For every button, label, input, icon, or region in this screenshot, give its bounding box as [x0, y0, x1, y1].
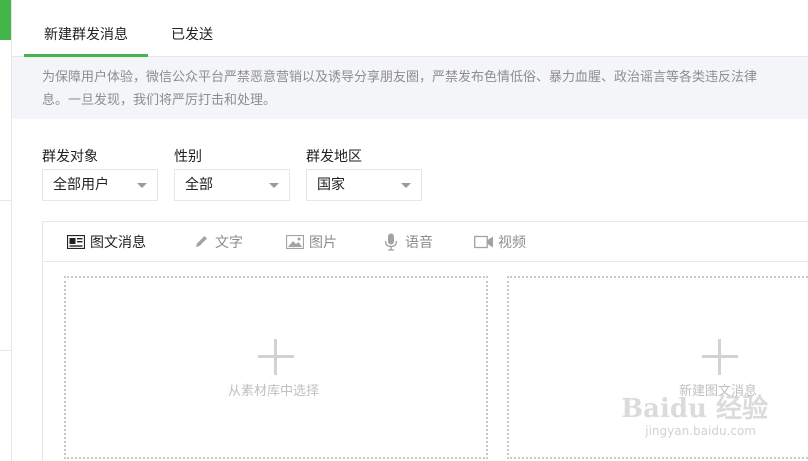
video-camera-icon [474, 232, 494, 252]
plus-icon-stem [718, 339, 721, 375]
audience-label: 群发对象 [42, 149, 98, 165]
tab-voice-label: 语音 [405, 235, 433, 251]
sidebar-active-indicator [0, 0, 11, 40]
plus-icon-stem [274, 339, 277, 375]
message-type-tabs: 图文消息 文字 图片 语音 视频 [43, 222, 808, 262]
tab-sent[interactable]: 已发送 [157, 0, 227, 57]
tab-text[interactable]: 文字 [191, 222, 243, 262]
tab-article-message[interactable]: 图文消息 [66, 222, 146, 262]
gender-select[interactable]: 全部 [174, 169, 290, 201]
mass-message-tabs: 新建群发消息 已发送 [12, 0, 808, 57]
baidu-watermark: Baidu 经验 [621, 394, 768, 424]
region-select-value: 国家 [317, 177, 345, 193]
tab-article-label: 图文消息 [90, 235, 146, 251]
chevron-down-icon [401, 183, 411, 188]
region-label: 群发地区 [306, 149, 362, 165]
policy-notice-line-1: 为保障用户体验，微信公众平台严禁恶意营销以及诱导分享朋友圈，严禁发布色情低俗、暴… [42, 70, 758, 85]
sidebar-divider [0, 350, 11, 351]
policy-notice-line-2: 息。一旦发现，我们将严厉打击和处理。 [42, 93, 277, 108]
audience-select[interactable]: 全部用户 [42, 169, 158, 201]
select-from-library-dropzone[interactable]: 从素材库中选择 [64, 276, 488, 459]
main-panel: 新建群发消息 已发送 为保障用户体验，微信公众平台严禁恶意营销以及诱导分享朋友圈… [12, 0, 808, 461]
tab-image-label: 图片 [309, 235, 337, 251]
policy-notice: 为保障用户体验，微信公众平台严禁恶意营销以及诱导分享朋友圈，严禁发布色情低俗、暴… [12, 57, 808, 119]
chevron-down-icon [137, 183, 147, 188]
article-icon [66, 232, 86, 252]
chevron-down-icon [269, 183, 279, 188]
region-select[interactable]: 国家 [306, 169, 422, 201]
tab-new-mass-message[interactable]: 新建群发消息 [24, 0, 148, 57]
gender-select-value: 全部 [185, 177, 213, 193]
left-sidebar-edge [0, 0, 12, 461]
tab-voice[interactable]: 语音 [381, 222, 433, 262]
tab-video-label: 视频 [498, 235, 526, 251]
image-icon [285, 232, 305, 252]
sidebar-divider [0, 200, 11, 201]
microphone-icon [381, 232, 401, 252]
gender-label: 性别 [174, 149, 202, 165]
tab-image[interactable]: 图片 [285, 222, 337, 262]
select-from-library-label: 从素材库中选择 [228, 384, 320, 399]
page: 新建群发消息 已发送 为保障用户体验，微信公众平台严禁恶意营销以及诱导分享朋友圈… [0, 0, 808, 461]
tab-text-label: 文字 [215, 235, 243, 251]
audience-select-value: 全部用户 [53, 177, 109, 193]
tab-video[interactable]: 视频 [474, 222, 526, 262]
pencil-icon [191, 232, 211, 252]
baidu-watermark-url: jingyan.baidu.com [645, 424, 756, 438]
